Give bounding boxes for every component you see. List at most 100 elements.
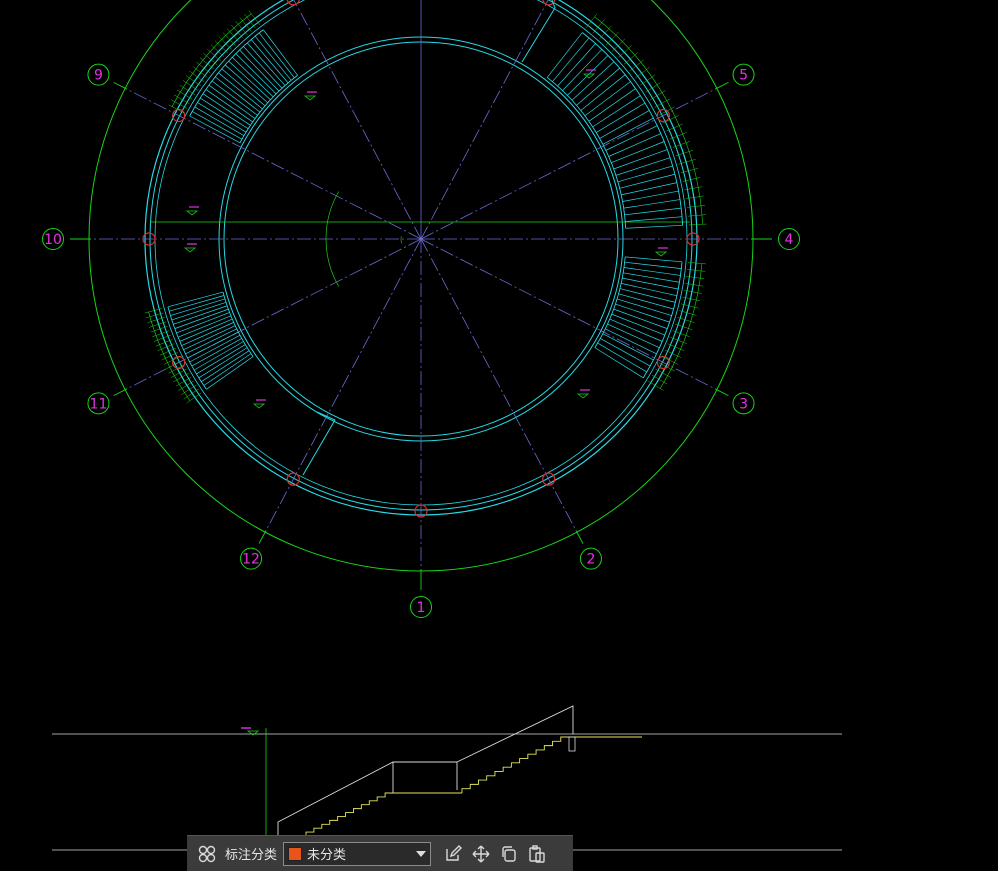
dimension-tick: [645, 82, 661, 93]
stair-tread: [615, 157, 671, 176]
level-mark: [303, 95, 317, 101]
axis-label: 3: [739, 396, 748, 412]
dimension-tick: [186, 392, 202, 404]
paste-icon[interactable]: [523, 840, 551, 868]
axis-label: 9: [94, 68, 103, 84]
dimension-tick: [182, 80, 199, 91]
stair-tread: [596, 102, 646, 133]
stair-tread: [619, 288, 676, 303]
axis-label: 10: [44, 232, 62, 248]
copy-icon[interactable]: [495, 840, 523, 868]
axis-leader: [575, 530, 584, 544]
door-wall: [302, 411, 336, 476]
dimension-tick: [612, 38, 626, 52]
dimension-tick: [181, 384, 197, 395]
stair-tread: [625, 216, 683, 222]
stair-tread: [177, 315, 232, 338]
stair-tread: [597, 342, 647, 373]
dimension-tick: [648, 380, 664, 391]
axis-leader: [113, 81, 128, 90]
stair-tread: [201, 350, 250, 382]
stair-tread: [189, 115, 241, 144]
axis-label: 12: [242, 552, 260, 568]
category-select[interactable]: 未分类: [283, 841, 432, 866]
stair-tread: [571, 61, 615, 101]
dimension-tick: [635, 66, 650, 79]
stair-tread: [588, 88, 636, 122]
stair-tread: [624, 261, 682, 270]
annotation-toolbar: 标注分类 未分类: [187, 835, 573, 871]
stair-tread: [613, 149, 668, 170]
stair-section-drawing: [52, 705, 842, 851]
axis-label: 11: [90, 396, 108, 412]
level-mark: [183, 247, 197, 253]
stair-tread: [617, 165, 673, 183]
cad-drawing-canvas[interactable]: 123459101112: [0, 0, 998, 871]
stair-tread: [607, 323, 660, 348]
stair-tread: [546, 32, 583, 78]
circular-floor-plan: 123459101112: [42, 0, 800, 618]
axis-label: 2: [586, 552, 595, 568]
dimension-tick: [649, 90, 666, 101]
stair-tread: [623, 199, 681, 209]
stair-tread: [167, 291, 224, 308]
stair-tread: [618, 293, 674, 310]
stair-tread: [625, 224, 683, 229]
stair-tread: [609, 318, 663, 342]
axis-label: 5: [739, 68, 748, 84]
stair-tread: [169, 295, 225, 312]
dimension-tick: [186, 75, 202, 87]
axis-leader: [258, 530, 267, 544]
move-icon[interactable]: [467, 840, 495, 868]
dimension-arc: [400, 236, 402, 244]
stair-tread: [592, 95, 641, 128]
dimension-tick: [222, 32, 236, 46]
dimension-tick: [175, 376, 192, 387]
column-marker: [286, 0, 300, 6]
dimension-tick: [189, 70, 205, 82]
stair-edge: [546, 77, 627, 229]
dimension-tick: [248, 10, 260, 26]
stair-tread: [602, 333, 654, 361]
dimension-tick: [183, 388, 199, 400]
axis-line: [420, 88, 716, 240]
stair-tread: [605, 328, 657, 355]
stair-tread: [624, 207, 682, 216]
stair-steps: [461, 736, 569, 793]
dimension-tick: [214, 40, 229, 54]
axis-line: [420, 238, 716, 390]
stair-tread: [580, 74, 626, 111]
stair-tread: [594, 347, 644, 379]
category-label: 标注分类: [225, 848, 278, 863]
door-wall: [521, 0, 556, 63]
level-mark: [252, 403, 266, 409]
axis-line: [420, 238, 577, 531]
stair-tread: [567, 55, 609, 96]
dimension-tick: [218, 36, 232, 50]
stair-tread: [621, 283, 677, 297]
dimension-tick: [192, 66, 208, 78]
stair-tread: [203, 353, 252, 386]
stair-tread: [622, 277, 679, 290]
stair-tread: [552, 37, 590, 82]
axis-label: 1: [417, 600, 426, 616]
level-mark: [185, 210, 199, 216]
group-icon[interactable]: [193, 840, 221, 868]
stair-steps: [305, 792, 393, 836]
edit-icon[interactable]: [439, 840, 467, 868]
axis-label: 4: [785, 232, 794, 248]
stair-tread: [576, 67, 620, 106]
level-mark: [654, 251, 668, 257]
dimension-tick: [651, 374, 668, 385]
dimension-tick: [640, 74, 656, 86]
level-mark: [576, 393, 590, 399]
stair-tread: [557, 43, 596, 87]
axis-leader: [714, 81, 729, 90]
stair-tread: [173, 305, 228, 325]
chevron-down-icon: [416, 850, 427, 857]
level-mark: [246, 730, 260, 736]
category-value: 未分类: [307, 848, 347, 863]
stair-tread: [584, 81, 631, 117]
dimension-tick: [605, 31, 619, 46]
axis-leader: [714, 388, 729, 397]
